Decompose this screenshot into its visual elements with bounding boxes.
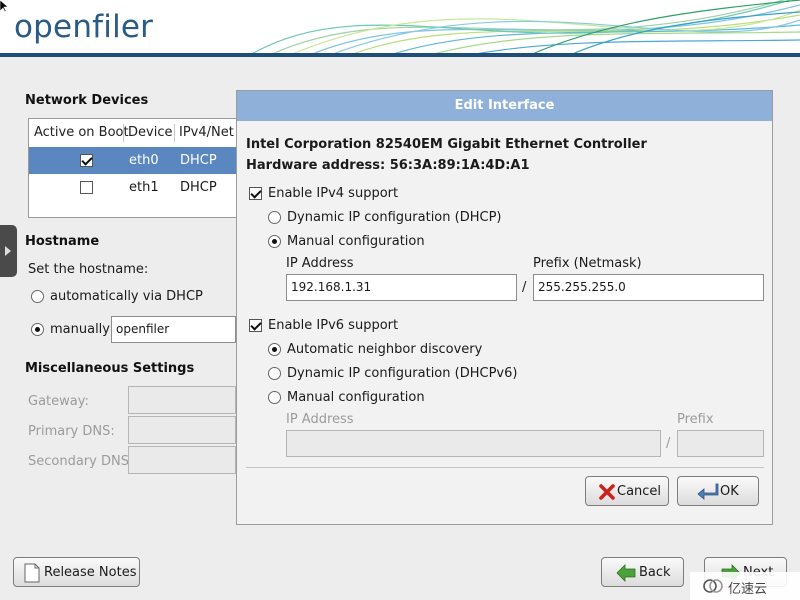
ipv4-prefix-input[interactable]: 255.255.255.0 [533, 274, 764, 301]
watermark-logo-icon [703, 579, 723, 593]
hostname-prompt: Set the hostname: [28, 262, 149, 277]
device-ipv4: DHCP [180, 153, 217, 168]
cancel-button-label: Cancel [617, 484, 662, 499]
release-notes-label: Release Notes [44, 565, 137, 580]
ipv6-address-label: IP Address [286, 412, 354, 427]
column-separator [123, 124, 124, 142]
dialog-title: Edit Interface [237, 91, 772, 121]
gateway-label: Gateway: [28, 394, 89, 409]
column-header-active[interactable]: Active on Boot [34, 119, 129, 147]
side-panel-toggle[interactable] [0, 225, 17, 277]
ipv6-separator: / [666, 436, 671, 451]
hostname-manual-label[interactable]: manually [50, 322, 110, 337]
enable-ipv6-checkbox[interactable] [249, 319, 262, 332]
hostname-title: Hostname [25, 234, 100, 249]
column-separator [174, 124, 175, 142]
ipv6-manual-radio[interactable] [268, 391, 281, 404]
gateway-input [128, 386, 236, 414]
secondary-dns-input [128, 446, 236, 474]
ipv6-auto-label[interactable]: Automatic neighbor discovery [287, 342, 482, 357]
network-devices-table: Active on Boot Device IPv4/Net eth0 DHCP… [28, 118, 240, 218]
hostname-auto-radio[interactable] [31, 290, 44, 303]
device-ipv4: DHCP [180, 180, 217, 195]
column-header-device[interactable]: Device [128, 119, 172, 147]
ipv6-prefix-input [677, 430, 764, 457]
back-button-label: Back [639, 565, 671, 580]
misc-settings-title: Miscellaneous Settings [25, 361, 195, 376]
release-notes-button[interactable]: Release Notes [13, 557, 140, 587]
ipv4-manual-radio[interactable] [268, 235, 281, 248]
active-on-boot-checkbox[interactable] [80, 181, 93, 194]
ipv6-dhcp-radio[interactable] [268, 367, 281, 380]
enable-ipv4-checkbox[interactable] [249, 187, 262, 200]
ok-button[interactable]: OK [677, 476, 759, 506]
hardware-address: Hardware address: 56:3A:89:1A:4D:A1 [246, 158, 530, 173]
header-swirl-graphic [249, 0, 800, 55]
header-divider [0, 53, 800, 57]
ipv4-dhcp-radio[interactable] [268, 211, 281, 224]
dialog-separator [246, 467, 764, 468]
ipv4-manual-label[interactable]: Manual configuration [287, 234, 425, 249]
document-icon [24, 563, 40, 583]
watermark-badge: 亿速云 [690, 572, 800, 600]
enable-ipv6-label[interactable]: Enable IPv6 support [268, 318, 398, 333]
ipv6-manual-label[interactable]: Manual configuration [287, 390, 425, 405]
ipv4-dhcp-label[interactable]: Dynamic IP configuration (DHCP) [287, 210, 501, 225]
column-header-ipv4[interactable]: IPv4/Net [179, 119, 234, 147]
device-name: eth1 [129, 180, 159, 195]
network-devices-title: Network Devices [25, 93, 149, 108]
device-row-eth1[interactable]: eth1 DHCP [29, 174, 239, 201]
ipv4-separator: / [522, 280, 527, 295]
ok-enter-arrow-icon [697, 483, 719, 500]
header-banner: openfiler [0, 0, 800, 55]
cancel-button[interactable]: Cancel [585, 476, 669, 506]
cancel-x-icon [599, 484, 615, 500]
expand-arrow-icon [5, 246, 11, 256]
enable-ipv4-label[interactable]: Enable IPv4 support [268, 186, 398, 201]
device-row-eth0[interactable]: eth0 DHCP [29, 147, 239, 174]
hostname-input[interactable]: openfiler [111, 316, 236, 343]
ipv4-address-input[interactable]: 192.168.1.31 [286, 274, 517, 301]
hostname-auto-label[interactable]: automatically via DHCP [50, 289, 203, 304]
back-arrow-icon [616, 564, 636, 582]
hostname-manual-radio[interactable] [31, 323, 44, 336]
active-on-boot-checkbox[interactable] [80, 154, 93, 167]
ipv6-address-input [286, 430, 661, 457]
primary-dns-input [128, 416, 236, 444]
ipv6-auto-radio[interactable] [268, 343, 281, 356]
ok-button-label: OK [720, 484, 739, 499]
back-button[interactable]: Back [601, 557, 684, 587]
ipv6-prefix-label: Prefix [677, 412, 714, 427]
ipv6-dhcp-label[interactable]: Dynamic IP configuration (DHCPv6) [287, 366, 517, 381]
watermark-text: 亿速云 [728, 582, 768, 597]
edit-interface-dialog: Edit Interface Intel Corporation 82540EM… [236, 90, 773, 525]
controller-name: Intel Corporation 82540EM Gigabit Ethern… [246, 137, 647, 152]
primary-dns-label: Primary DNS: [28, 424, 115, 439]
secondary-dns-label: Secondary DNS: [28, 454, 134, 469]
mouse-pointer-icon [0, 0, 8, 12]
ipv4-prefix-label: Prefix (Netmask) [533, 256, 642, 271]
ipv4-address-label: IP Address [286, 256, 354, 271]
device-name: eth0 [129, 153, 159, 168]
openfiler-logo: openfiler [14, 9, 154, 45]
